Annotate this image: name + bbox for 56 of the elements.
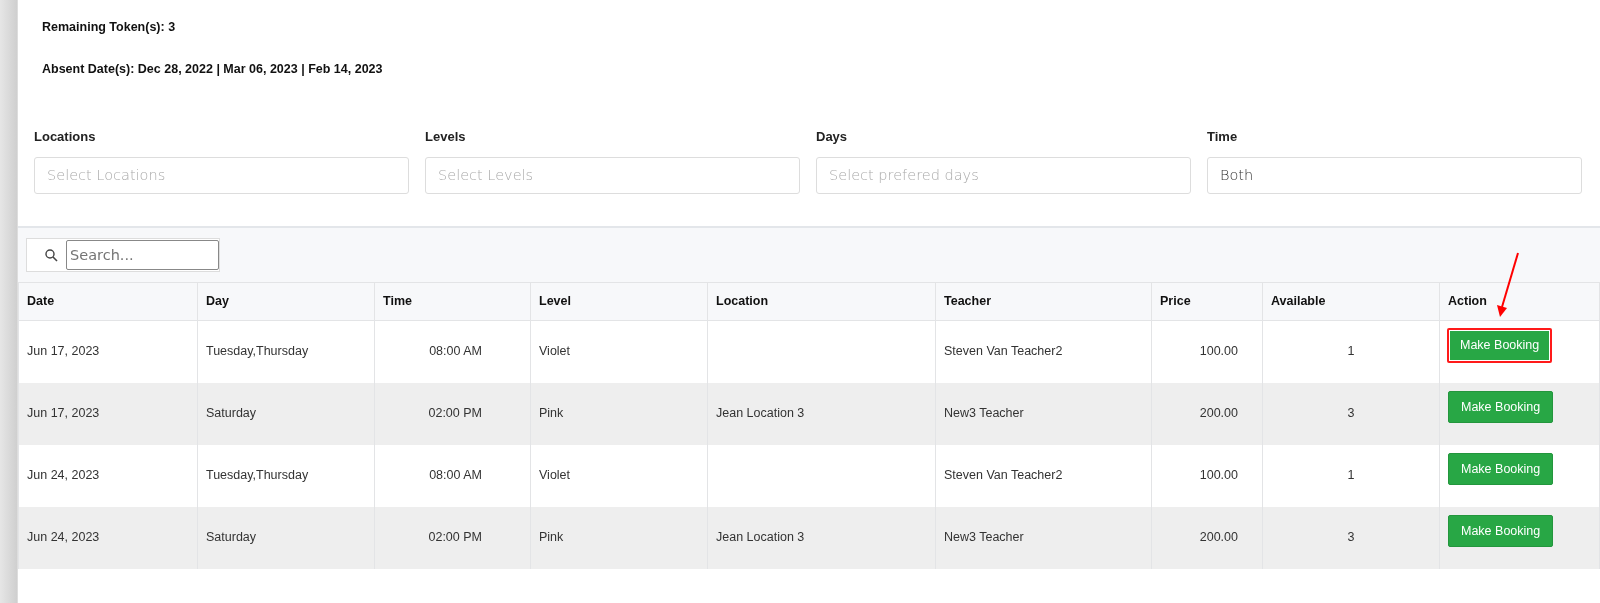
filter-label: Levels — [425, 128, 467, 146]
table-cell: 02:00 PM — [428, 530, 482, 545]
make-booking-button[interactable]: Make Booking — [1448, 390, 1554, 424]
absent-dates-text: Absent Date(s): Dec 28, 2022 | Mar 06, 2023 | Feb 14, 2023 — [42, 60, 384, 78]
table-cell: 02:00 PM — [428, 406, 482, 421]
make-booking-button[interactable]: Make Booking — [1448, 452, 1554, 486]
table-cell: 3 — [1347, 406, 1355, 421]
remaining-tokens-text: Remaining Token(s): 3 — [42, 19, 177, 36]
column-header: Available — [1262, 282, 1440, 321]
table-cell: 100.00 — [1199, 468, 1238, 483]
filter-label: Time — [1207, 128, 1239, 146]
table-cell: Jun 24, 2023 — [27, 530, 100, 545]
table-cell: Saturday — [206, 530, 257, 545]
table-cell: Saturday — [206, 406, 257, 421]
column-header: Day — [197, 282, 375, 321]
table-cell: Jean Location 3 — [716, 530, 805, 545]
table-cell: 08:00 AM — [429, 468, 482, 483]
column-header: Level — [530, 282, 708, 321]
table-cell: New3 Teacher — [944, 406, 1024, 421]
table-cell: 3 — [1347, 530, 1355, 545]
table-cell: Violet — [539, 468, 571, 483]
filter-field[interactable]: Select Levels — [425, 156, 800, 194]
table-cell: 08:00 AM — [429, 344, 482, 359]
table-cell: Jun 17, 2023 — [27, 406, 100, 421]
table-cell: Jean Location 3 — [716, 406, 805, 421]
table-cell: 200.00 — [1199, 406, 1238, 421]
filter-field[interactable]: Select Locations — [34, 156, 409, 194]
search-field[interactable]: Search... — [66, 240, 219, 270]
table-cell: 200.00 — [1199, 530, 1238, 545]
annotation-arrow — [1497, 252, 1519, 317]
column-header: Time — [374, 282, 531, 321]
table-cell: Violet — [539, 344, 571, 359]
table-cell: 100.00 — [1199, 344, 1238, 359]
column-header: Location — [707, 282, 936, 321]
table-cell: Tuesday,Thursday — [206, 468, 309, 483]
column-header: Teacher — [935, 282, 1152, 321]
table-cell: Jun 17, 2023 — [27, 344, 100, 359]
filter-field[interactable]: Both — [1207, 156, 1582, 194]
table-cell: Jun 24, 2023 — [27, 468, 100, 483]
table-cell: Steven Van Teacher2 — [944, 344, 1063, 359]
filter-field[interactable]: Select prefered days — [816, 156, 1191, 194]
table-cell: Pink — [539, 406, 564, 421]
make-booking-button[interactable]: Make Booking — [1448, 514, 1554, 548]
table-cell: Steven Van Teacher2 — [944, 468, 1063, 483]
table-cell: 1 — [1347, 468, 1355, 483]
search-icon — [45, 248, 58, 262]
filter-label: Days — [816, 128, 849, 146]
column-header: Date — [18, 282, 198, 321]
column-header: Price — [1151, 282, 1263, 321]
column-header: Action — [1439, 282, 1600, 321]
table-cell: New3 Teacher — [944, 530, 1024, 545]
table-cell: Pink — [539, 530, 564, 545]
table-cell: Tuesday,Thursday — [206, 344, 309, 359]
make-booking-button[interactable]: Make Booking — [1447, 328, 1553, 363]
table-cell: 1 — [1347, 344, 1355, 359]
filter-label: Locations — [34, 128, 97, 146]
